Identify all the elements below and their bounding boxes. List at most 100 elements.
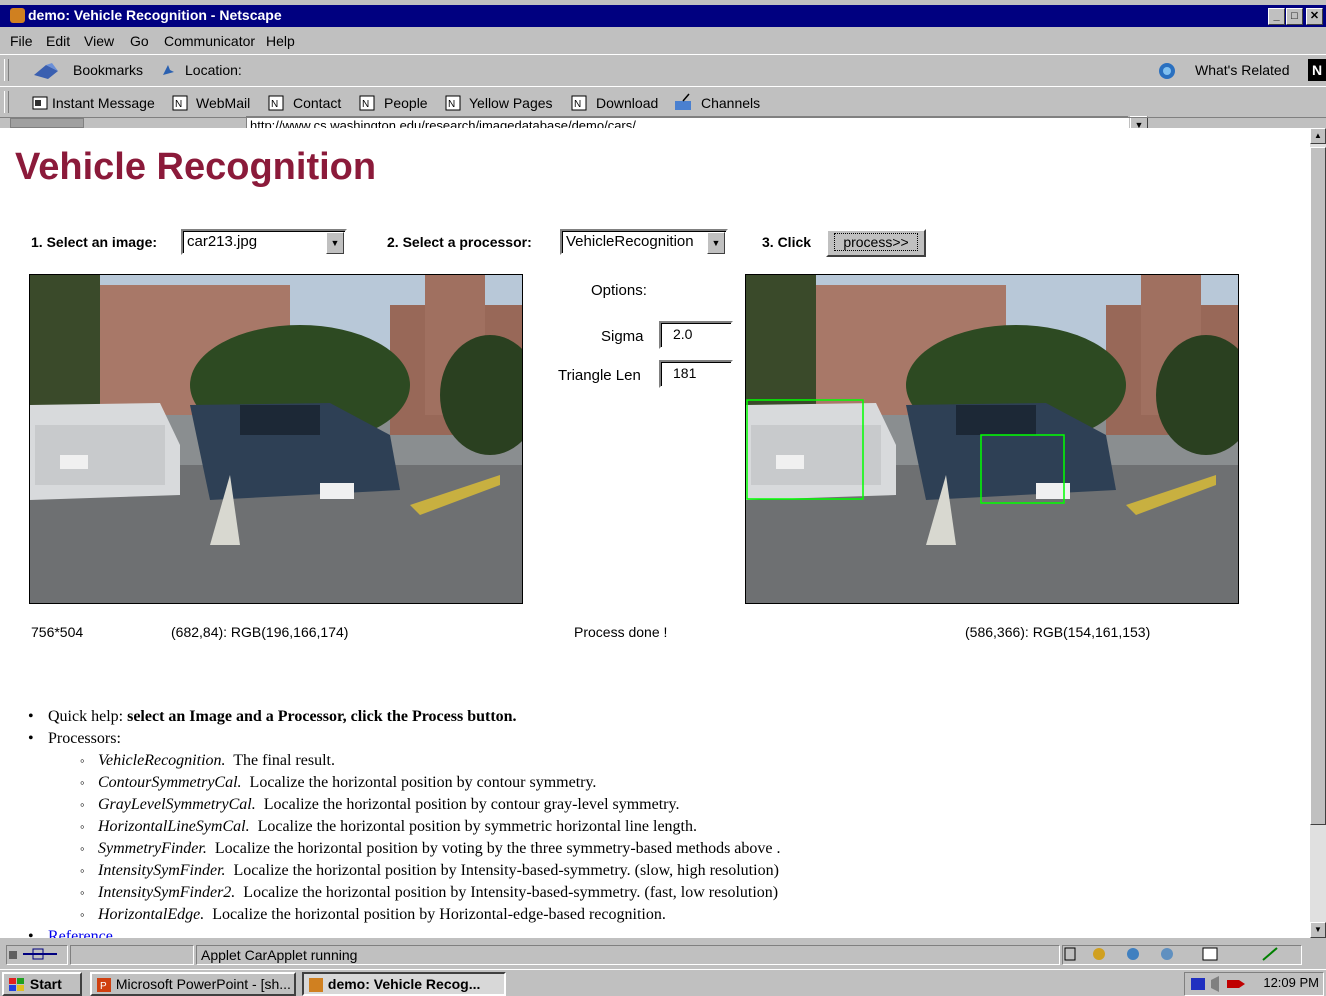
taskbar-powerpoint-button[interactable]: P Microsoft PowerPoint - [sh... [90, 972, 296, 996]
image-size-text: 756*504 [31, 624, 84, 640]
image-select[interactable]: car213.jpg ▼ [181, 229, 347, 255]
processor-desc: Localize the horizontal position by voti… [214, 840, 781, 857]
channels-icon [675, 93, 691, 110]
taskbar-netscape-button[interactable]: demo: Vehicle Recog... [302, 972, 506, 996]
collapsed-toolbar-tab[interactable] [10, 118, 84, 128]
result-image[interactable] [745, 274, 1239, 604]
right-pixel-readout: (586,366): RGB(154,161,153) [965, 624, 1151, 640]
whats-related-button[interactable]: What's Related [1195, 62, 1290, 78]
taskbar: Start P Microsoft PowerPoint - [sh... de… [0, 969, 1326, 996]
bookmarks-icon[interactable] [32, 61, 62, 81]
bookmarks-button[interactable]: Bookmarks [73, 62, 143, 78]
whats-related-icon[interactable] [1157, 61, 1181, 81]
list-item: HorizontalEdge. Localize the horizontal … [80, 904, 781, 926]
close-button[interactable]: ✕ [1306, 8, 1323, 25]
taskbar-netscape-label: demo: Vehicle Recog... [327, 976, 481, 992]
scroll-thumb[interactable] [1310, 147, 1326, 825]
svg-text:N: N [271, 99, 278, 110]
location-label: Location: [185, 62, 242, 78]
yellow-pages-icon: N [445, 95, 461, 111]
quick-help-label: Quick help: [48, 708, 124, 725]
people-link[interactable]: People [384, 95, 428, 111]
processor-name: GrayLevelSymmetryCal. [98, 796, 256, 813]
title-bar[interactable]: demo: Vehicle Recognition - Netscape _ □… [0, 5, 1326, 27]
processor-name: ContourSymmetryCal. [98, 774, 242, 791]
menu-edit[interactable]: Edit [46, 33, 70, 49]
instant-message-link[interactable]: Instant Message [52, 95, 155, 111]
process-button-label: process>> [834, 233, 918, 251]
netscape-app-icon[interactable] [10, 8, 25, 23]
list-item: ContourSymmetryCal. Localize the horizon… [80, 772, 781, 794]
processor-desc: The final result. [233, 752, 335, 769]
quick-help-section: Quick help: select an Image and a Proces… [28, 706, 781, 938]
security-lock-icon[interactable] [6, 945, 68, 965]
reference-item: Reference [28, 926, 781, 938]
list-item: VehicleRecognition. The final result. [80, 750, 781, 772]
svg-text:N: N [362, 99, 369, 110]
processor-name: HorizontalEdge. [98, 906, 205, 923]
processor-select-value: VehicleRecognition [566, 233, 694, 250]
chevron-down-icon[interactable]: ▼ [326, 232, 344, 254]
image-select-value: car213.jpg [187, 233, 258, 250]
progress-meter [70, 945, 194, 965]
status-text: Applet CarApplet running [196, 945, 1060, 965]
menu-help[interactable]: Help [266, 33, 295, 49]
processor-desc: Localize the horizontal position by cont… [263, 796, 680, 813]
reference-link[interactable]: Reference [48, 928, 113, 938]
personal-toolbar: Instant Message N WebMail N Contact N Pe… [0, 86, 1326, 118]
sigma-input[interactable]: 2.0 [659, 321, 733, 349]
webmail-link[interactable]: WebMail [196, 95, 250, 111]
toolbar-grip[interactable] [4, 91, 9, 113]
powerpoint-icon: P [97, 978, 111, 993]
menu-go[interactable]: Go [130, 33, 149, 49]
netscape-icon [309, 978, 323, 993]
contact-link[interactable]: Contact [293, 95, 341, 111]
triangle-len-input[interactable]: 181 [659, 360, 733, 388]
windows-logo-icon [9, 978, 24, 992]
svg-text:N: N [574, 99, 581, 110]
system-tray: 12:09 PM [1184, 972, 1324, 996]
channels-link[interactable]: Channels [701, 95, 760, 111]
processor-name: SymmetryFinder. [98, 840, 207, 857]
original-car-photo [30, 275, 522, 603]
menu-file[interactable]: File [10, 33, 33, 49]
download-link[interactable]: Download [596, 95, 658, 111]
status-bar: Applet CarApplet running [0, 943, 1326, 967]
scroll-up-button[interactable]: ▲ [1310, 128, 1326, 144]
maximize-button[interactable]: □ [1286, 8, 1303, 25]
menu-communicator[interactable]: Communicator [164, 33, 255, 49]
processor-desc: Localize the horizontal position by Inte… [233, 862, 779, 879]
processor-name: IntensitySymFinder. [98, 862, 226, 879]
minimize-button[interactable]: _ [1268, 8, 1285, 25]
list-item: SymmetryFinder. Localize the horizontal … [80, 838, 781, 860]
instant-message-icon [32, 96, 48, 110]
vertical-scrollbar[interactable]: ▲ ▼ [1310, 128, 1326, 938]
scroll-down-button[interactable]: ▼ [1310, 922, 1326, 938]
download-icon: N [571, 95, 587, 111]
netscape-throbber-icon[interactable]: N [1308, 59, 1326, 81]
location-icon [163, 65, 174, 75]
processor-name: IntensitySymFinder2. [98, 884, 236, 901]
options-label: Options: [591, 282, 647, 299]
tray-icons[interactable] [1189, 974, 1259, 994]
component-bar[interactable] [1062, 945, 1302, 965]
processor-name: HorizontalLineSymCal. [98, 818, 250, 835]
menu-view[interactable]: View [84, 33, 114, 49]
result-car-photo [746, 275, 1238, 603]
process-button[interactable]: process>> [826, 229, 926, 257]
list-item: HorizontalLineSymCal. Localize the horiz… [80, 816, 781, 838]
processor-select[interactable]: VehicleRecognition ▼ [560, 229, 728, 255]
step1-label: 1. Select an image: [31, 234, 158, 250]
start-label: Start [29, 976, 62, 992]
menu-bar: File Edit View Go Communicator Help [0, 30, 1326, 52]
list-item: GrayLevelSymmetryCal. Localize the horiz… [80, 794, 781, 816]
toolbar-grip[interactable] [4, 59, 9, 81]
start-button[interactable]: Start [2, 972, 82, 996]
processor-desc: Localize the horizontal position by symm… [257, 818, 697, 835]
processors-item: Processors: VehicleRecognition. The fina… [28, 728, 781, 926]
chevron-down-icon[interactable]: ▼ [707, 232, 725, 254]
page-title: Vehicle Recognition [15, 146, 377, 188]
window-title: demo: Vehicle Recognition - Netscape [28, 7, 282, 23]
yellow-pages-link[interactable]: Yellow Pages [469, 95, 553, 111]
original-image[interactable] [29, 274, 523, 604]
